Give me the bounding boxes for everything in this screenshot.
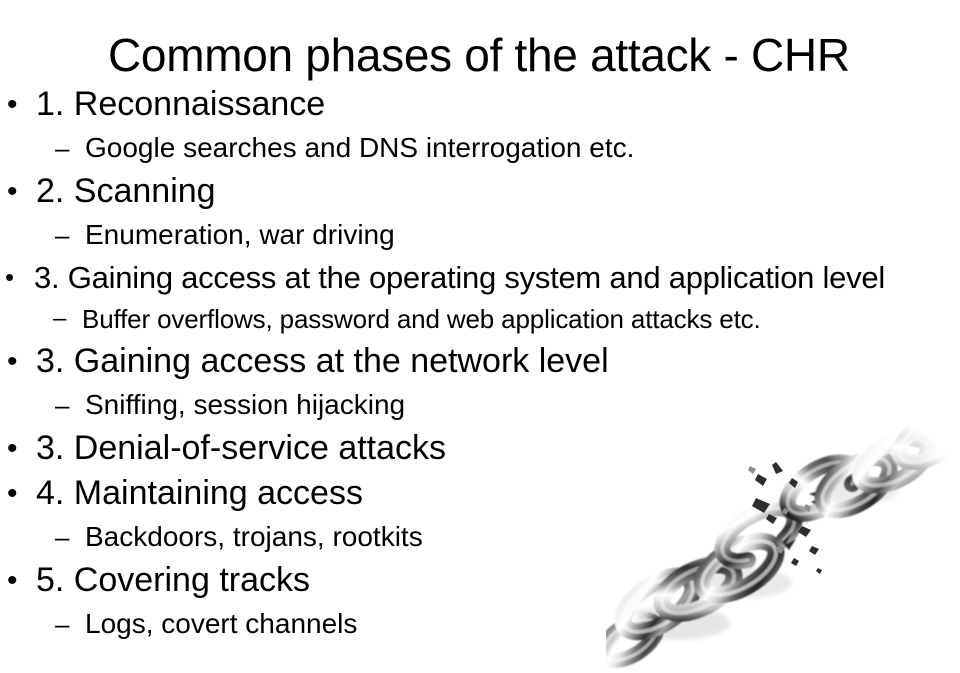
list-item-label: 5. Covering tracks <box>36 561 310 599</box>
list-item-label: 3. Gaining access at the operating syste… <box>34 260 886 295</box>
list-item-label: 4. Maintaining access <box>36 474 363 512</box>
bullet-icon: • <box>7 175 18 208</box>
bullet-icon: • <box>7 432 18 465</box>
list-item-label: Logs, covert channels <box>85 608 358 639</box>
dash-bullet-icon: – <box>55 390 70 420</box>
list-item: – Google searches and DNS interrogation … <box>0 127 960 169</box>
dash-bullet-icon: – <box>55 220 70 250</box>
list-item: – Enumeration, war driving <box>0 214 960 256</box>
list-item-label: 3. Gaining access at the network level <box>36 342 609 380</box>
list-item: – Buffer overflows, password and web app… <box>0 299 960 339</box>
dash-bullet-icon: – <box>55 522 70 552</box>
list-item-label: 1. Reconnaissance <box>36 85 326 123</box>
page-title: Common phases of the attack - CHR <box>108 28 850 81</box>
dash-bullet-icon: – <box>55 609 70 639</box>
list-item-label: 3. Denial-of-service attacks <box>36 429 447 467</box>
list-item: • 3. Gaining access at the operating sys… <box>0 256 960 299</box>
bullet-icon: • <box>7 88 18 121</box>
bullet-icon: • <box>5 262 15 292</box>
list-item: • 1. Reconnaissance <box>0 82 960 127</box>
list-item-label: Google searches and DNS interrogation et… <box>85 132 635 163</box>
dash-bullet-icon: – <box>55 133 70 163</box>
dash-bullet-icon: – <box>53 305 67 332</box>
bullet-icon: • <box>7 345 18 378</box>
list-item: • 2. Scanning <box>0 169 960 214</box>
slide-canvas: Common phases of the attack - CHR • 1. R… <box>0 0 960 673</box>
list-item-label: Backdoors, trojans, rootkits <box>85 521 423 552</box>
bullet-icon: • <box>7 564 18 597</box>
list-item-label: Buffer overflows, password and web appli… <box>82 304 761 334</box>
bullet-icon: • <box>7 477 18 510</box>
list-item-label: Enumeration, war driving <box>85 219 395 250</box>
broken-chain-image <box>606 418 946 673</box>
list-item: • 3. Gaining access at the network level <box>0 339 960 384</box>
list-item-label: Sniffing, session hijacking <box>85 389 406 420</box>
list-item-label: 2. Scanning <box>36 172 216 210</box>
